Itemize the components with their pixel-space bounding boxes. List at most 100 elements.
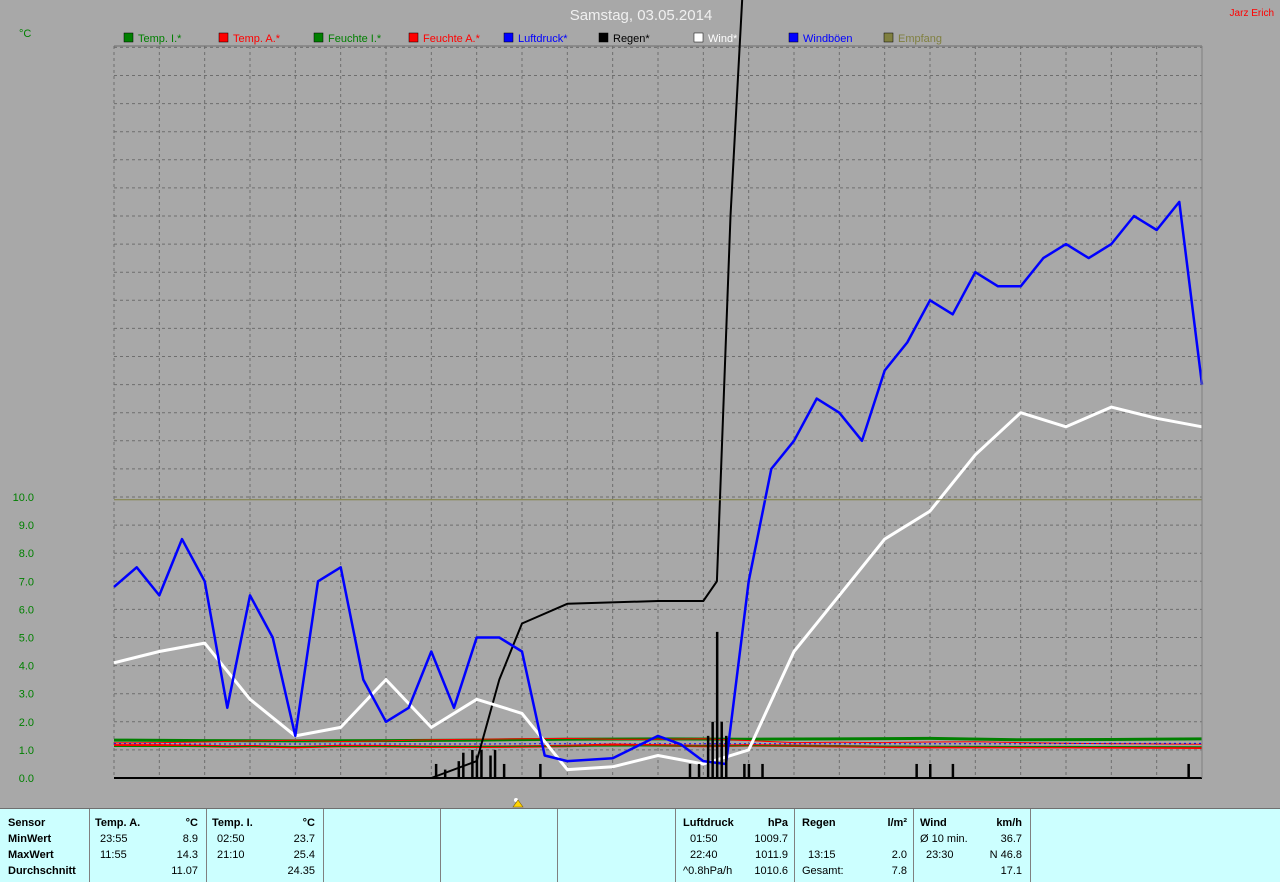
author-label: Jarz Erich — [1230, 8, 1274, 19]
legend-label: Feuchte I.* — [328, 33, 382, 45]
temp-i-avg: 24.35 — [287, 865, 315, 877]
y-tick-label: 7.0 — [19, 576, 34, 588]
rain-bar — [720, 721, 723, 778]
rain-bar — [715, 631, 719, 778]
rain-bar — [725, 735, 728, 778]
wind-header: Wind — [920, 817, 947, 829]
y-tick-label: 5.0 — [19, 633, 34, 645]
col-wind: Wind km/h Ø 10 min. 23:30 36.7 N 46.8 17… — [914, 809, 1031, 882]
wind-avg-label: Ø 10 min. — [920, 833, 968, 845]
temp-i-time-min: 02:50 — [217, 833, 245, 845]
rain-bar — [743, 763, 746, 778]
page-title: Samstag, 03.05.2014 — [570, 7, 713, 24]
rain-bar — [475, 755, 479, 778]
wind-avg: 36.7 — [1000, 833, 1022, 845]
temp-a-avg: 11.07 — [171, 865, 198, 877]
rain-bar — [434, 763, 438, 778]
sensor-row-max: MaxWert — [8, 849, 54, 861]
rain-bar — [1187, 763, 1190, 778]
luftdruck-avg: 1010.6 — [754, 865, 788, 877]
sensor-header: Sensor — [8, 817, 46, 829]
y-tick-label: 0.0 — [19, 773, 34, 785]
rain-bar — [688, 763, 692, 778]
regen-header: Regen — [802, 817, 836, 829]
wind-daily-avg: 17.1 — [1000, 865, 1022, 877]
col-empty-1 — [324, 809, 441, 882]
sensor-row-min: MinWert — [8, 833, 52, 845]
rain-bar — [929, 763, 932, 778]
legend-label: Temp. A.* — [233, 33, 281, 45]
y-tick-label: 4.0 — [19, 661, 34, 673]
legend-label: Windböen — [803, 33, 853, 45]
luftdruck-unit: hPa — [767, 817, 788, 829]
rain-bar — [711, 721, 714, 778]
rain-bar — [502, 763, 506, 778]
temp-i-unit: °C — [302, 817, 315, 829]
col-empty-2 — [441, 809, 558, 882]
legend: Temp. I.* Temp. A.* Feuchte I.* Feuchte A.*… — [123, 32, 942, 45]
temp-i-min: 23.7 — [293, 833, 315, 845]
weather-chart: Samstag, 03.05.2014 Jarz Erich °C Temp. … — [0, 0, 1280, 800]
sensor-row-avg: Durchschnitt — [8, 865, 76, 877]
col-temp-a: Temp. A. °C 23:55 11:55 8.9 14.3 11.07 — [90, 809, 207, 882]
warning-icon — [512, 798, 524, 808]
rain-bar — [443, 769, 447, 778]
rain-bar — [493, 749, 497, 778]
regen-max: 2.0 — [891, 849, 907, 861]
rain-bar — [489, 755, 492, 778]
legend-label: Feuchte A.* — [423, 33, 481, 45]
rain-bar — [761, 763, 764, 778]
temp-i-header: Temp. I. — [212, 817, 253, 829]
wind-unit: km/h — [996, 817, 1022, 829]
regen-time-max: 13:15 — [808, 849, 836, 861]
col-sensor: Sensor MinWert MaxWert Durchschnitt — [0, 809, 90, 882]
luftdruck-time-min: 01:50 — [690, 833, 718, 845]
legend-swatch — [883, 32, 894, 43]
col-empty-3 — [558, 809, 676, 882]
rain-bar — [747, 763, 751, 778]
legend-label: Wind* — [708, 33, 738, 45]
legend-swatch — [218, 32, 229, 43]
y-tick-label: 1.0 — [19, 745, 34, 757]
rain-bar — [706, 735, 710, 778]
y-tick-label: 3.0 — [19, 689, 34, 701]
wind-time-max: 23:30 — [926, 849, 954, 861]
regen-total-label: Gesamt: — [802, 865, 844, 877]
y-tick-label: 6.0 — [19, 604, 34, 616]
rain-bar — [915, 763, 918, 778]
legend-swatch — [313, 32, 324, 43]
rain-bar — [457, 761, 461, 778]
rain-bar — [471, 749, 474, 778]
y-tick-label: 2.0 — [19, 717, 34, 729]
luftdruck-max: 1011.9 — [755, 849, 788, 861]
unit-label: °C — [19, 28, 31, 40]
legend-swatch — [693, 32, 704, 43]
rain-bar — [462, 752, 465, 778]
col-regen: Regen l/m² 13:15 Gesamt: 2.0 7.8 — [795, 809, 914, 882]
y-tick-label: 10.0 — [13, 492, 34, 504]
temp-a-min: 8.9 — [182, 833, 198, 845]
statistics-table: Sensor MinWert MaxWert Durchschnitt Temp… — [0, 808, 1280, 882]
luftdruck-min: 1009.7 — [754, 833, 788, 845]
regen-total: 7.8 — [891, 865, 907, 877]
legend-swatch — [788, 32, 799, 43]
temp-i-time-max: 21:10 — [217, 849, 245, 861]
col-temp-i: Temp. I. °C 02:50 21:10 23.7 25.4 24.35 — [207, 809, 324, 882]
temp-a-time-max: 11:55 — [100, 849, 127, 861]
legend-swatch — [123, 32, 134, 43]
legend-label: Luftdruck* — [518, 33, 568, 45]
regen-unit: l/m² — [887, 817, 907, 829]
temp-a-max: 14.3 — [176, 849, 198, 861]
luftdruck-trend: ^0.8hPa/h — [683, 865, 733, 877]
wind-max: N 46.8 — [989, 849, 1022, 861]
rain-bar — [951, 763, 955, 778]
plot-background — [0, 0, 1280, 800]
legend-label: Empfang — [898, 33, 942, 45]
temp-i-max: 25.4 — [293, 849, 315, 861]
temp-a-unit: °C — [185, 817, 198, 829]
rain-bar — [539, 763, 542, 778]
y-tick-label: 9.0 — [19, 520, 34, 532]
legend-swatch — [408, 32, 419, 43]
luftdruck-header: Luftdruck — [683, 817, 734, 829]
temp-a-time-min: 23:55 — [100, 833, 128, 845]
